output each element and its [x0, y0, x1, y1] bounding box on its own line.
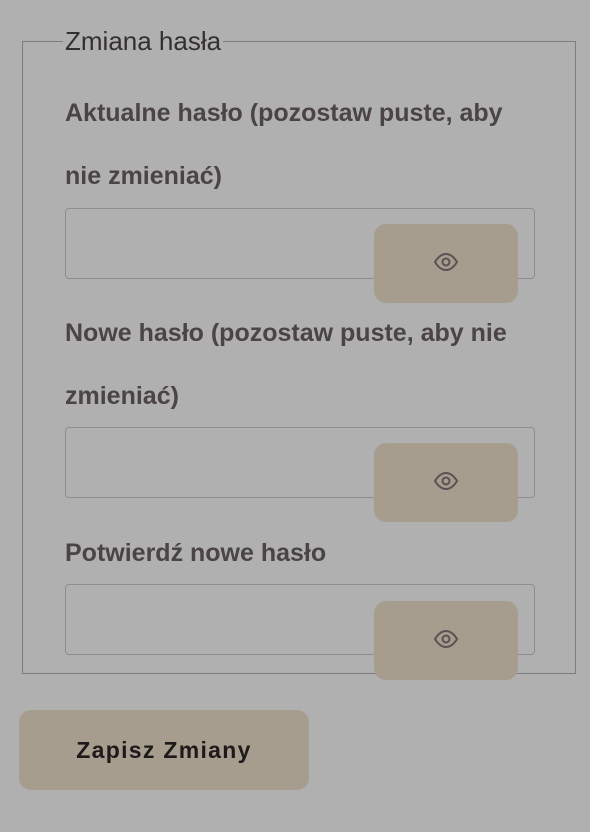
current-password-label: Aktualne hasło (pozostaw puste, aby nie … — [65, 99, 503, 190]
confirm-password-label: Potwierdź nowe hasło — [65, 539, 327, 567]
eye-icon — [433, 627, 459, 654]
current-password-input[interactable] — [74, 217, 368, 271]
confirm-password-toggle-button[interactable] — [374, 601, 518, 680]
confirm-password-input[interactable] — [74, 593, 368, 647]
new-password-toggle-button[interactable] — [374, 443, 518, 522]
eye-icon — [433, 469, 459, 496]
new-password-input[interactable] — [74, 436, 368, 490]
current-password-toggle-button[interactable] — [374, 224, 518, 303]
eye-icon — [433, 250, 459, 277]
save-changes-button[interactable]: Zapisz Zmiany — [19, 710, 309, 790]
new-password-label: Nowe hasło (pozostaw puste, aby nie zmie… — [65, 319, 507, 410]
fieldset-legend: Zmiana hasła — [63, 25, 224, 57]
